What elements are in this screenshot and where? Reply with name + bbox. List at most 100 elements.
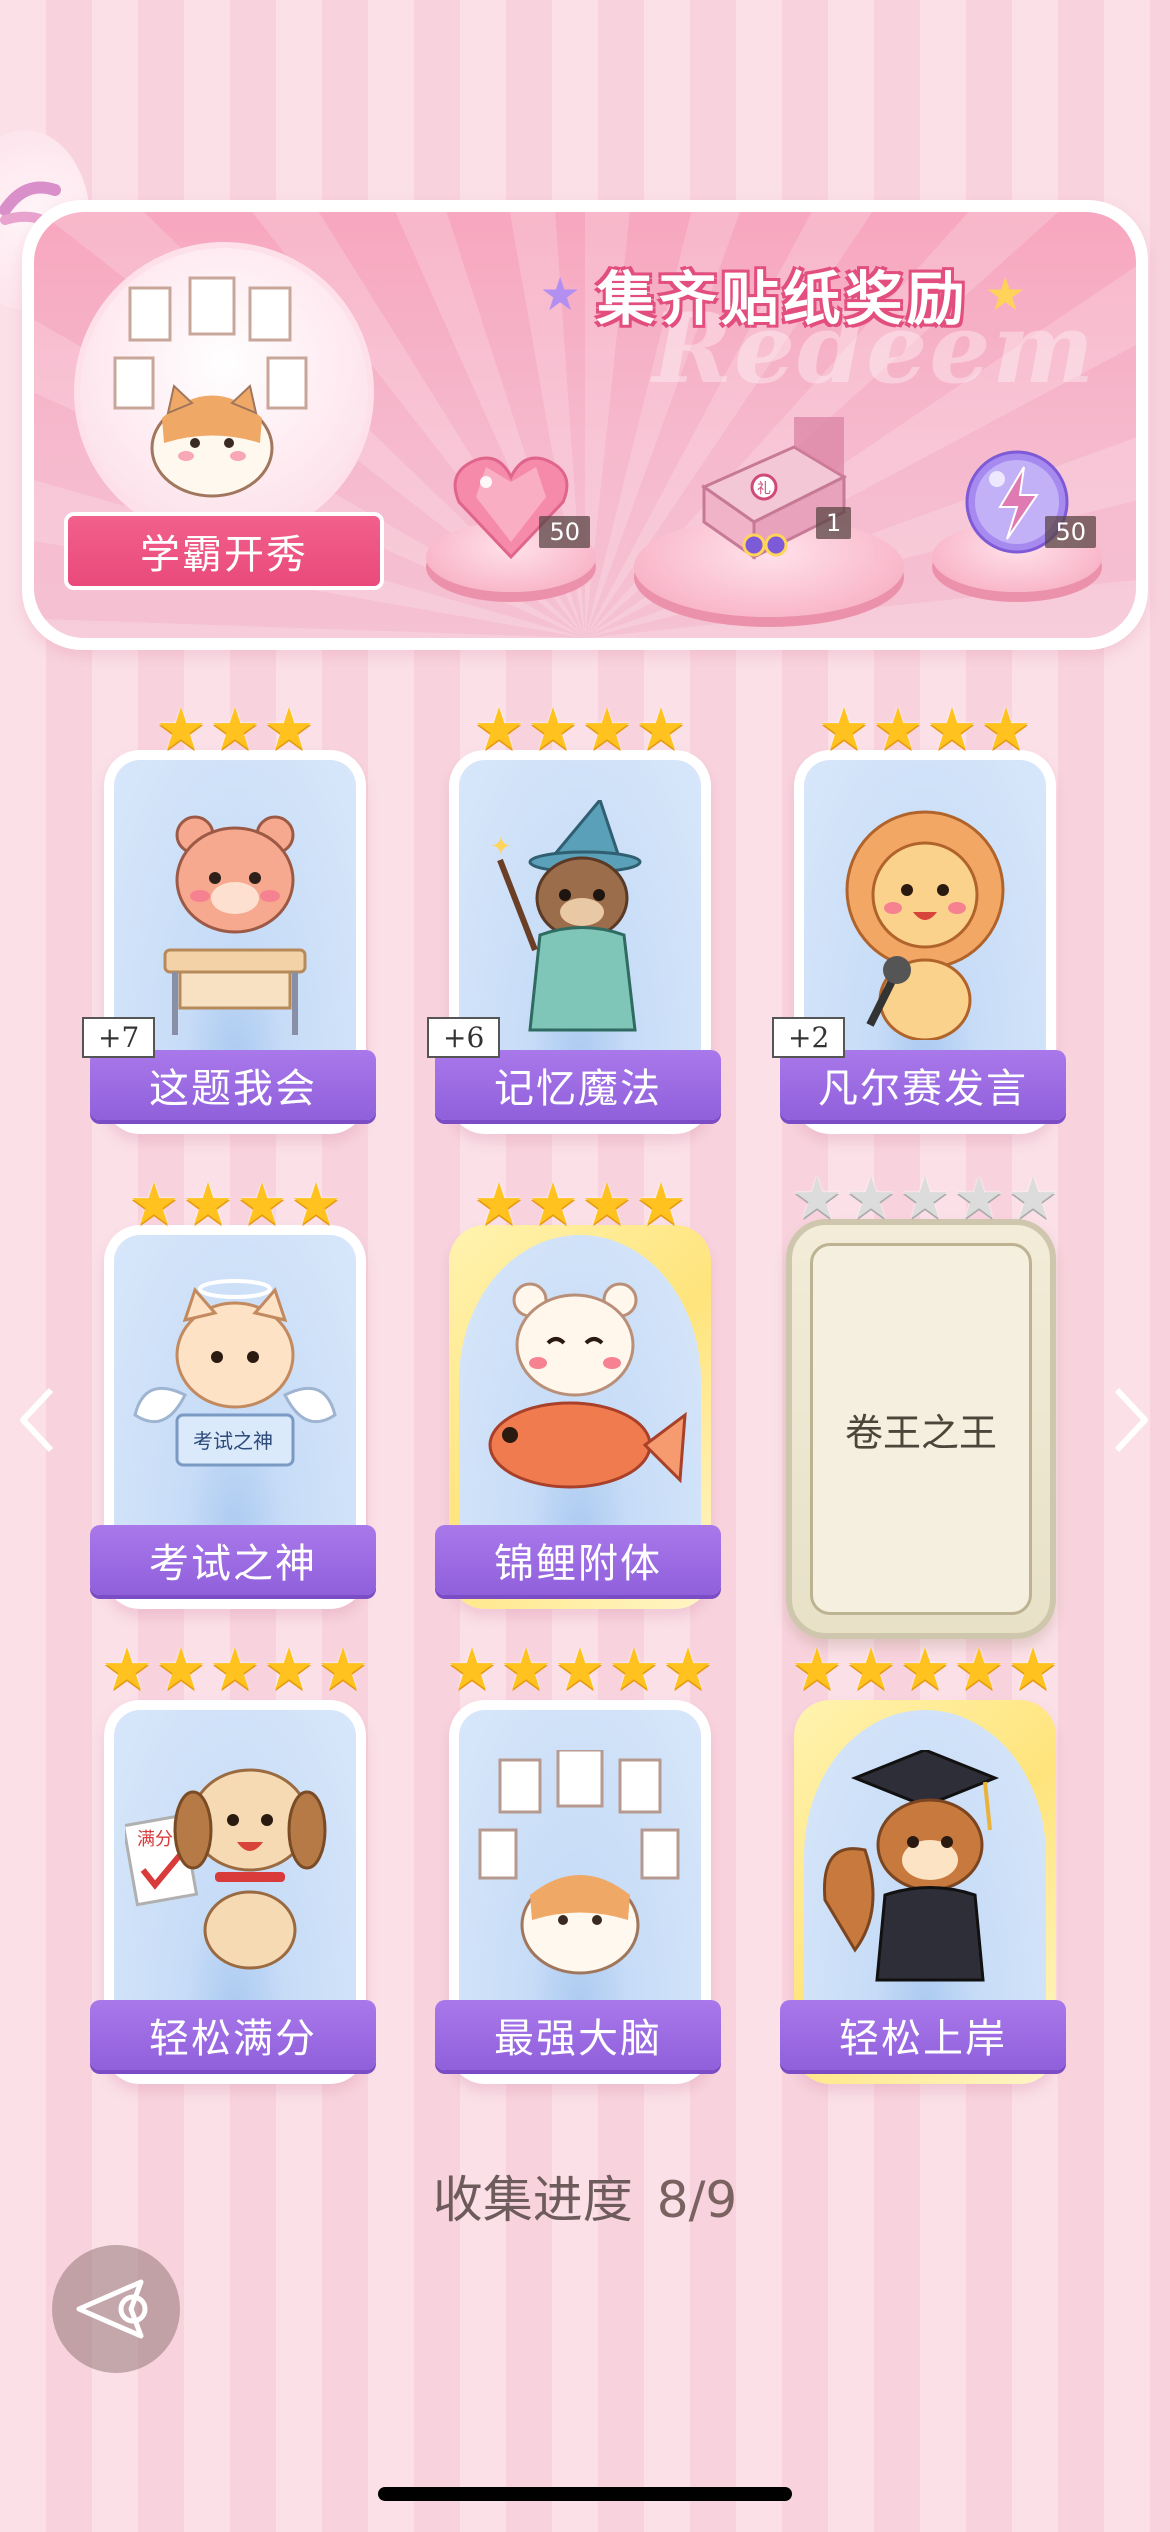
back-button[interactable] (52, 2245, 180, 2373)
sticker-label-bar: 凡尔赛发言 (780, 1050, 1066, 1120)
star-icon: ★ (791, 1635, 843, 1703)
gift-box-icon: 礼 (700, 417, 848, 560)
star-icon: ★ (290, 1170, 342, 1238)
otter-wizard-icon: ✦ (490, 800, 642, 1032)
star-decoration-icon: ★ (984, 267, 1026, 321)
svg-text:考试之神: 考试之神 (193, 1429, 273, 1453)
lion-microphone-icon (845, 810, 1005, 1040)
sticker-label: 记忆魔法 (494, 1066, 662, 1112)
sticker-card-locked[interactable]: ★ ★ ★ ★ ★ 卷王之王 (780, 1169, 1070, 1645)
sticker-card[interactable]: ★ ★ ★ ★ 考试之神 考试之神 (90, 1175, 380, 1615)
squirrel-graduate-icon (823, 1750, 1000, 1982)
star-icon: ★ (926, 695, 978, 763)
sticker-label-bar: 考试之神 (90, 1525, 376, 1595)
reward-banner: Redeem ★ 集齐贴纸奖励 ★ 学霸开秀 50 礼 1 50 (22, 200, 1148, 650)
sticker-label-bar: 最强大脑 (435, 2000, 721, 2070)
sticker-label: 考试之神 (149, 1541, 317, 1587)
star-icon: ★ (818, 695, 870, 763)
star-icon: ★ (155, 695, 207, 763)
star-icon: ★ (155, 1635, 207, 1703)
sticker-card[interactable]: ★ ★ ★ ★ ★ 轻松上岸 (780, 1640, 1070, 2090)
sticker-label-bar: 轻松上岸 (780, 2000, 1066, 2070)
star-icon: ★ (791, 1164, 843, 1232)
collection-progress: 收集进度 8/9 (0, 2160, 1170, 2232)
star-decoration-icon: ★ (539, 267, 581, 321)
star-rating: ★ ★ ★ ★ (128, 1175, 342, 1233)
star-icon: ★ (635, 695, 687, 763)
locked-sticker-label: 卷王之王 (844, 1410, 997, 1455)
star-icon: ★ (980, 695, 1032, 763)
locked-inner: 卷王之王 (810, 1243, 1032, 1615)
star-icon: ★ (953, 1635, 1005, 1703)
chevron-right-icon (1114, 1387, 1148, 1453)
bear-with-koi-icon (488, 1282, 687, 1489)
star-rating: ★ ★ ★ ★ (473, 700, 687, 758)
star-rating: ★ ★ ★ ★ ★ (446, 1640, 714, 1698)
star-icon: ★ (899, 1635, 951, 1703)
back-arrow-icon (76, 2279, 148, 2339)
star-icon: ★ (500, 1635, 552, 1703)
reward-heart-gem[interactable]: 50 (426, 452, 596, 592)
star-rating: ★ ★ ★ ★ ★ (101, 1640, 369, 1698)
prev-page-button[interactable] (12, 1380, 62, 1460)
sticker-card[interactable]: ★ ★ ★ ★ ★ 最强大脑 (435, 1640, 725, 2090)
badge-artwork (74, 242, 374, 542)
sticker-label: 凡尔赛发言 (818, 1066, 1028, 1112)
star-rating: ★ ★ ★ ★ (818, 700, 1032, 758)
sticker-label: 锦鲤附体 (494, 1541, 662, 1587)
home-indicator[interactable] (378, 2487, 792, 2501)
progress-value: 8/9 (656, 2171, 738, 2229)
reward-count: 50 (1045, 516, 1096, 548)
sticker-card[interactable]: ★ ★ ★ +7 这题我会 (82, 700, 380, 1140)
sticker-card[interactable]: ★ ★ ★ ★ 锦鲤附体 (435, 1175, 725, 1615)
sticker-label: 轻松满分 (149, 2016, 317, 2062)
star-icon: ★ (1007, 1164, 1059, 1232)
sticker-card[interactable]: ★ ★ ★ ★ +2 凡尔赛发言 (772, 700, 1070, 1140)
star-rating: ★ ★ ★ ★ ★ (791, 1640, 1059, 1698)
puppy-full-score-icon: 满分 (125, 1768, 327, 1970)
angel-cat-icon: 考试之神 (133, 1279, 337, 1467)
badge-label: 学霸开秀 (140, 532, 308, 578)
star-icon: ★ (872, 695, 924, 763)
banner-title: 集齐贴纸奖励 (596, 265, 969, 333)
star-icon: ★ (473, 695, 525, 763)
sticker-label-bar: 锦鲤附体 (435, 1525, 721, 1595)
sticker-card[interactable]: ★ ★ ★ ★ ✦ +6 记忆魔法 (427, 700, 725, 1140)
bear-at-desk-icon (163, 815, 307, 1035)
sticker-label: 最强大脑 (494, 2016, 662, 2062)
reward-count: 1 (816, 507, 852, 539)
star-icon: ★ (581, 695, 633, 763)
chevron-left-icon (20, 1387, 54, 1453)
sticker-label: 这题我会 (149, 1066, 317, 1112)
star-icon: ★ (236, 1170, 288, 1238)
sticker-label-bar: 记忆魔法 (435, 1050, 721, 1120)
sticker-label: 轻松上岸 (839, 2016, 1007, 2062)
cat-with-papers-icon (113, 276, 308, 498)
star-rating: ★ ★ ★ ★ (473, 1175, 687, 1233)
reward-count: 50 (539, 516, 590, 548)
star-icon: ★ (608, 1635, 660, 1703)
star-rating: ★ ★ ★ (155, 700, 315, 758)
star-icon: ★ (845, 1635, 897, 1703)
star-icon: ★ (581, 1170, 633, 1238)
star-icon: ★ (845, 1164, 897, 1232)
star-icon: ★ (182, 1170, 234, 1238)
star-icon: ★ (1007, 1635, 1059, 1703)
locked-frame: 卷王之王 (786, 1219, 1056, 1639)
progress-label: 收集进度 (432, 2171, 633, 2229)
svg-text:满分: 满分 (137, 1829, 173, 1850)
star-icon: ★ (635, 1170, 687, 1238)
star-icon: ★ (209, 695, 261, 763)
reward-energy-orb[interactable]: 50 (932, 447, 1102, 592)
star-icon: ★ (527, 695, 579, 763)
duplicate-count: +7 (82, 1017, 156, 1058)
star-icon: ★ (209, 1635, 261, 1703)
star-icon: ★ (128, 1170, 180, 1238)
star-icon: ★ (263, 695, 315, 763)
sticker-card[interactable]: ★ ★ ★ ★ ★ 满分 轻松满分 (90, 1640, 380, 2090)
reward-gift-box[interactable]: 礼 1 (634, 417, 904, 617)
sticker-label-bar: 轻松满分 (90, 2000, 376, 2070)
star-icon: ★ (662, 1635, 714, 1703)
next-page-button[interactable] (1106, 1380, 1156, 1460)
cat-with-papers-icon (478, 1750, 680, 1975)
